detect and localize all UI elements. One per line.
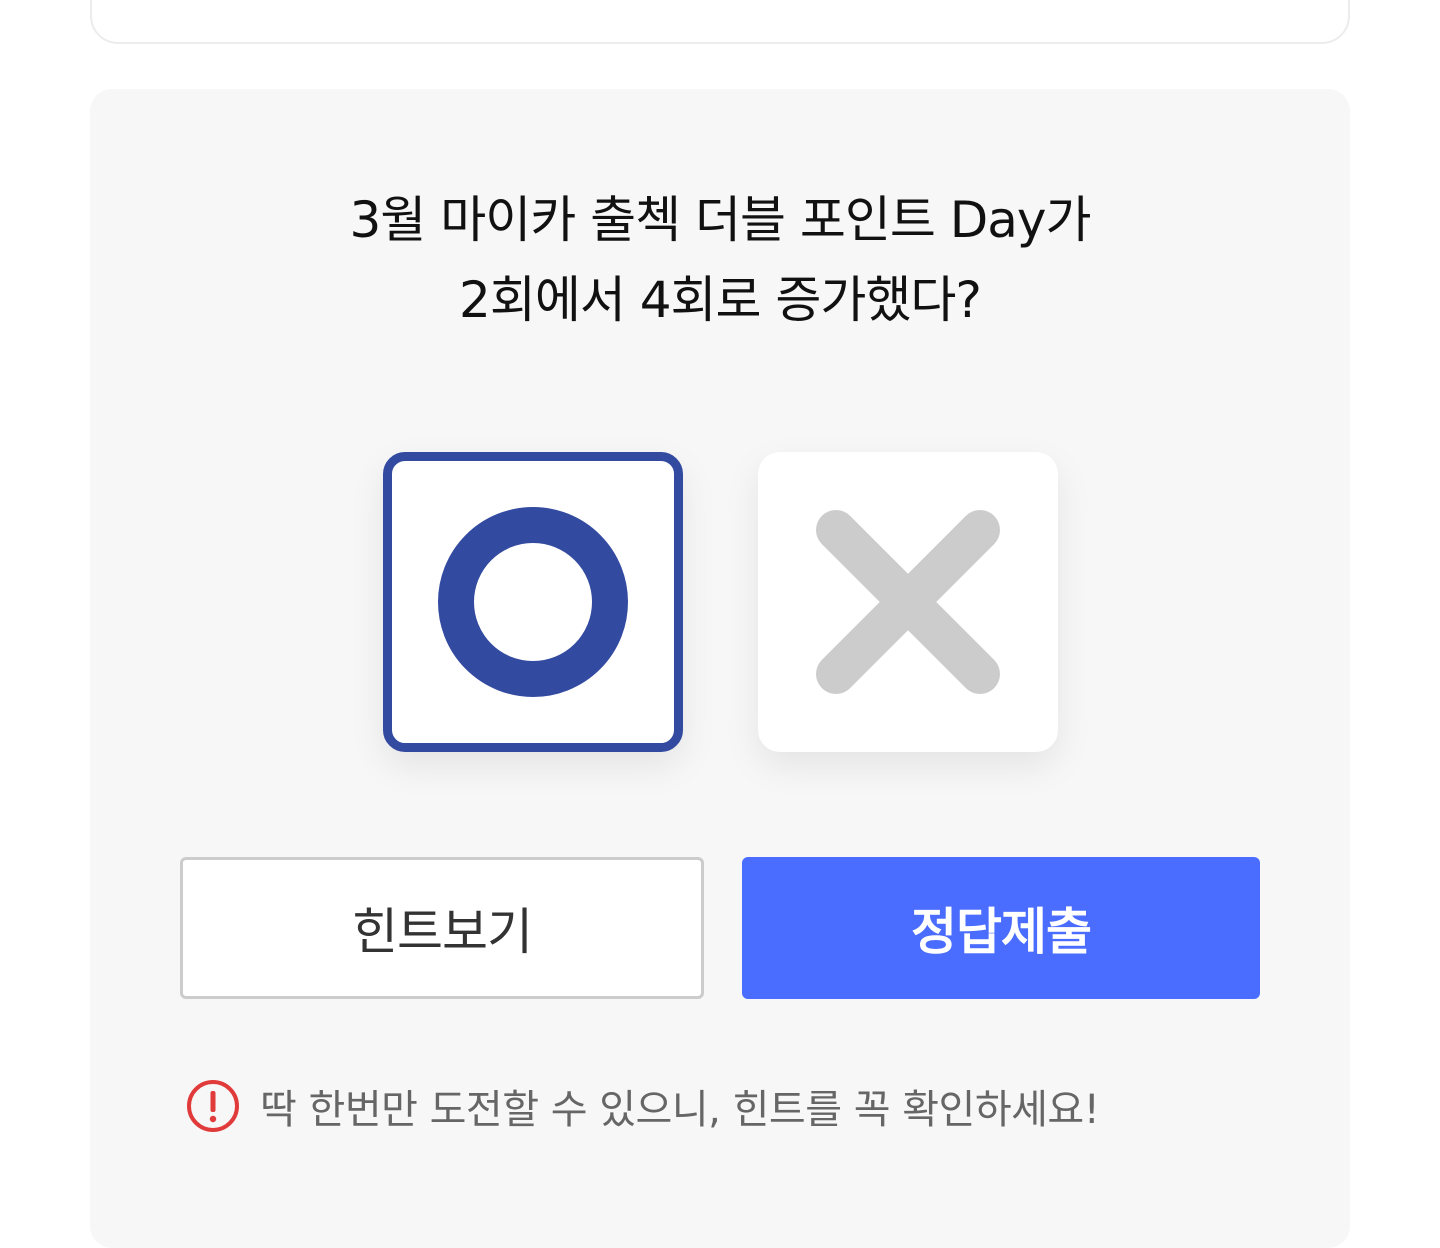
cross-x-icon <box>816 510 1000 694</box>
notice-message: 딱 한번만 도전할 수 있으니, 힌트를 꼭 확인하세요! <box>186 1076 1100 1136</box>
hint-button[interactable]: 힌트보기 <box>180 857 704 999</box>
previous-card <box>90 0 1350 44</box>
choice-x-button[interactable] <box>758 452 1058 752</box>
exclamation-circle-icon <box>187 1080 239 1132</box>
circle-o-icon <box>438 507 628 697</box>
choice-o-button[interactable] <box>383 452 683 752</box>
question-line-1: 3월 마이카 출첵 더블 포인트 Day가 <box>349 191 1091 249</box>
submit-answer-button[interactable]: 정답제출 <box>742 857 1260 999</box>
question-line-2: 2회에서 4회로 증가했다? <box>459 271 982 329</box>
notice-text: 딱 한번만 도전할 수 있으니, 힌트를 꼭 확인하세요! <box>260 1087 1100 1133</box>
quiz-question: 3월 마이카 출첵 더블 포인트 Day가 2회에서 4회로 증가했다? <box>0 180 1440 340</box>
